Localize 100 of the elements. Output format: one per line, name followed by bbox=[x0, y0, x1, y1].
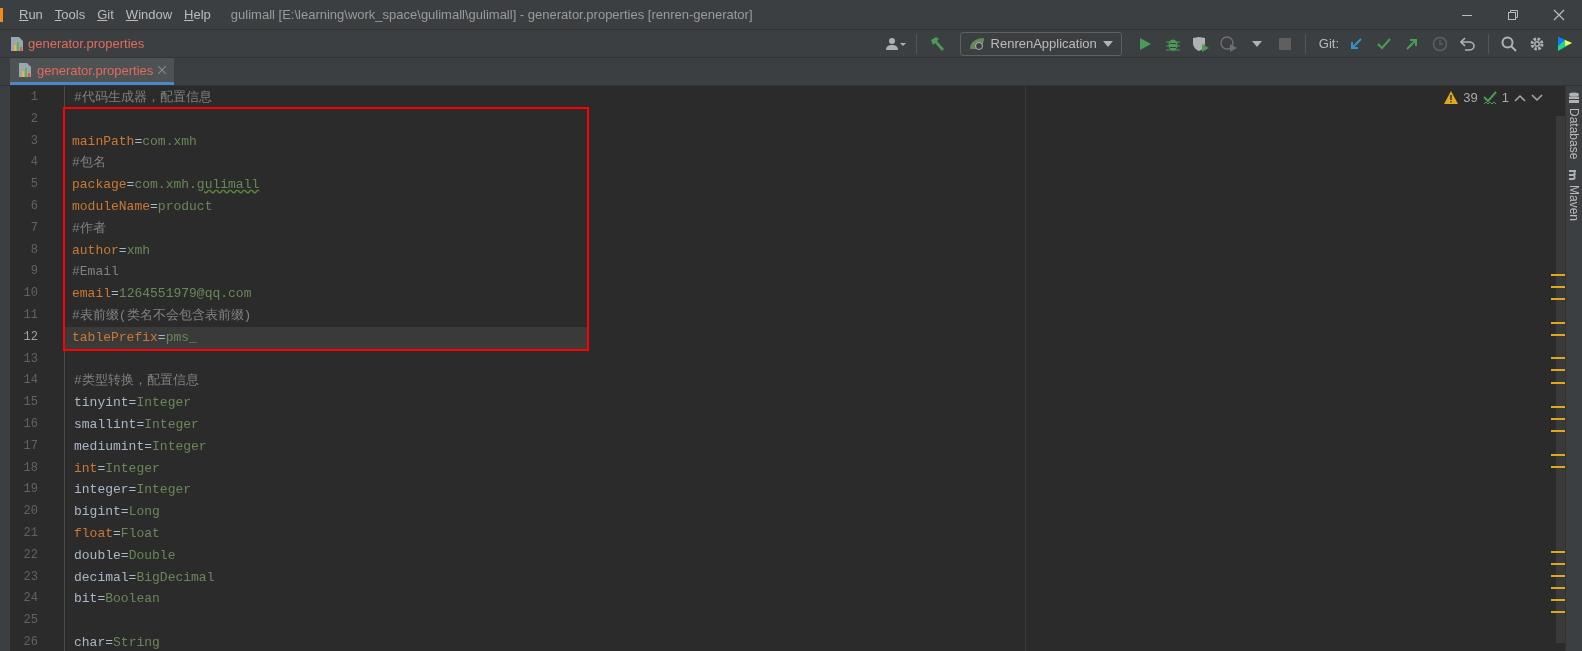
line-number: 24 bbox=[22, 590, 39, 608]
warning-marker[interactable] bbox=[1551, 321, 1565, 324]
warning-marker[interactable] bbox=[1551, 405, 1565, 408]
undo-icon[interactable] bbox=[1460, 36, 1476, 51]
code-line: moduleName=product bbox=[72, 199, 213, 214]
line-number: 9 bbox=[29, 263, 39, 281]
line-number: 10 bbox=[22, 285, 39, 303]
line-number: 6 bbox=[29, 198, 39, 215]
line-number: 15 bbox=[22, 394, 39, 412]
code-line: smallint=Integer bbox=[74, 416, 199, 432]
line-number: 12 bbox=[22, 328, 39, 346]
line-number: 7 bbox=[29, 219, 39, 237]
code-line: integer=Integer bbox=[74, 482, 192, 498]
menu-item[interactable]: Window bbox=[119, 7, 179, 22]
caret-icon bbox=[1102, 40, 1113, 47]
breadcrumb-item[interactable]: generator.properties bbox=[28, 36, 145, 51]
code-comment: #作者 bbox=[72, 220, 106, 236]
code-line: package=com.xmh.gulimall bbox=[72, 177, 260, 193]
typo-count: 1 bbox=[1501, 90, 1509, 105]
warning-icon[interactable] bbox=[1444, 91, 1459, 104]
menu-item[interactable]: Tools bbox=[48, 7, 92, 22]
line-number: 17 bbox=[22, 437, 39, 455]
line-number: 5 bbox=[29, 176, 39, 194]
line-number: 3 bbox=[29, 132, 39, 150]
restore-icon[interactable] bbox=[1507, 8, 1519, 21]
scrollbar[interactable] bbox=[1556, 116, 1565, 643]
warning-marker[interactable] bbox=[1551, 285, 1565, 288]
menu-item[interactable]: Git bbox=[91, 7, 120, 22]
code-line: bigint=Long bbox=[74, 504, 160, 520]
hammer-icon[interactable] bbox=[928, 35, 945, 52]
warning-marker[interactable] bbox=[1551, 587, 1565, 590]
line-number: 23 bbox=[22, 568, 39, 586]
settings-icon[interactable] bbox=[1529, 35, 1545, 52]
user-icon[interactable] bbox=[885, 36, 906, 51]
code-comment: #包名 bbox=[72, 155, 106, 171]
code-line: decimal=BigDecimal bbox=[74, 569, 215, 585]
code-line: author=xmh bbox=[72, 242, 151, 258]
line-number: 26 bbox=[22, 633, 39, 651]
warning-marker[interactable] bbox=[1551, 465, 1565, 468]
code-line: mediumint=Integer bbox=[74, 438, 207, 454]
line-number: 14 bbox=[22, 372, 39, 390]
search-icon[interactable] bbox=[1501, 35, 1517, 52]
line-number: 18 bbox=[22, 459, 39, 477]
line-number: 25 bbox=[22, 612, 39, 630]
arrow-up-right-icon[interactable] bbox=[1405, 36, 1419, 51]
warning-marker[interactable] bbox=[1551, 551, 1565, 554]
caret-icon[interactable] bbox=[1251, 40, 1262, 47]
line-number: 22 bbox=[22, 546, 39, 564]
code-line: bit=Boolean bbox=[74, 591, 160, 607]
database-panel-button[interactable]: Database bbox=[1567, 92, 1581, 160]
code-line: mainPath=com.xmh bbox=[72, 133, 197, 149]
code-line: double=Double bbox=[74, 547, 176, 563]
line-number: 4 bbox=[29, 154, 39, 172]
code-line: int=Integer bbox=[74, 460, 160, 476]
menu-item[interactable]: Run bbox=[13, 7, 49, 22]
line-number: 21 bbox=[22, 524, 39, 542]
code-line: tablePrefix=pms_ bbox=[72, 329, 197, 345]
colorful-logo-icon[interactable] bbox=[1557, 35, 1573, 52]
properties-file-icon bbox=[10, 35, 24, 52]
warning-marker[interactable] bbox=[1551, 274, 1565, 277]
run-icon[interactable] bbox=[1137, 36, 1152, 51]
warning-marker[interactable] bbox=[1551, 333, 1565, 336]
warning-marker[interactable] bbox=[1551, 562, 1565, 565]
warning-marker[interactable] bbox=[1551, 297, 1565, 300]
warning-marker[interactable] bbox=[1551, 381, 1565, 384]
typo-check-icon[interactable] bbox=[1482, 90, 1497, 105]
warning-marker[interactable] bbox=[1551, 417, 1565, 420]
warning-marker[interactable] bbox=[1551, 598, 1565, 601]
close-icon[interactable] bbox=[1553, 8, 1565, 21]
line-number: 11 bbox=[22, 306, 39, 324]
code-line: char=String bbox=[74, 634, 160, 650]
shield-run-icon[interactable] bbox=[1191, 35, 1210, 52]
line-number: 19 bbox=[22, 481, 39, 499]
run-configuration-dropdown[interactable]: RenrenApplication bbox=[959, 31, 1122, 56]
warning-count: 39 bbox=[1463, 90, 1478, 105]
warning-marker[interactable] bbox=[1551, 575, 1565, 577]
warning-marker[interactable] bbox=[1551, 369, 1565, 372]
database-icon bbox=[1568, 92, 1580, 104]
line-number: 2 bbox=[29, 110, 39, 128]
code-line: float=Float bbox=[74, 525, 160, 541]
arrow-down-left-icon[interactable] bbox=[1349, 36, 1363, 51]
code-comment: #类型转换，配置信息 bbox=[74, 373, 199, 389]
code-line: tinyint=Integer bbox=[74, 395, 192, 411]
line-number: 8 bbox=[29, 241, 39, 259]
chevron-up-icon[interactable] bbox=[1514, 93, 1526, 102]
window-title: gulimall [E:\learning\work_space\gulimall\gulimall] - generator.properties [renren-generator] bbox=[230, 7, 754, 22]
code-comment: #Email bbox=[72, 264, 119, 280]
warning-marker[interactable] bbox=[1551, 611, 1565, 614]
git-label: Git: bbox=[1318, 36, 1339, 51]
code-comment: #表前缀(类名不会包含表前缀) bbox=[72, 307, 252, 323]
warning-marker[interactable] bbox=[1551, 454, 1565, 457]
line-number: 13 bbox=[22, 350, 39, 368]
warning-marker[interactable] bbox=[1551, 357, 1565, 360]
check-icon[interactable] bbox=[1377, 37, 1391, 50]
properties-file-icon bbox=[18, 62, 32, 78]
leaf-icon bbox=[968, 36, 985, 51]
maven-panel-button[interactable]: Maven bbox=[1567, 169, 1581, 222]
menu-item[interactable]: Help bbox=[178, 7, 217, 22]
chevron-down-icon[interactable] bbox=[1531, 93, 1543, 102]
warning-marker[interactable] bbox=[1551, 429, 1565, 432]
